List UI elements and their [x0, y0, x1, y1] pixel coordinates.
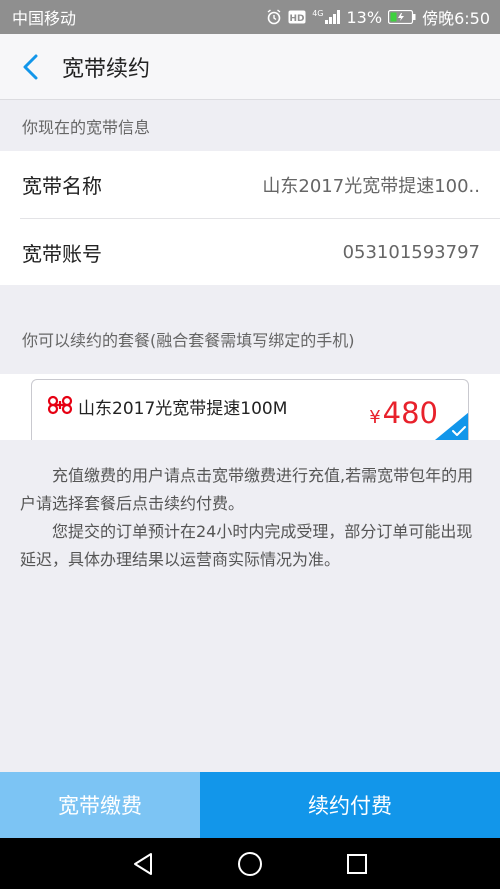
price-amount: 480 — [382, 396, 438, 430]
package-name: 山东2017光宽带提速100M — [78, 399, 288, 419]
broadband-payment-button[interactable]: 宽带缴费 — [0, 772, 200, 838]
notice-paragraph: 您提交的订单预计在24小时内完成受理，部分订单可能出现延迟，具体办理结果以运营商… — [20, 522, 473, 569]
info-key: 宽带账号 — [22, 241, 102, 266]
status-bar: 中国移动 HD 4G 13% 傍晚6:50 — [0, 0, 500, 34]
notice-paragraph: 充值缴费的用户请点击宽带缴费进行充值,若需宽带包年的用户请选择套餐后点击续约付费… — [20, 466, 474, 513]
status-indicators: HD 4G 13% 傍晚6:50 — [266, 5, 490, 29]
hd-icon: HD — [288, 10, 306, 24]
network-type: 4G — [312, 9, 324, 18]
nav-bar: 宽带续约 — [0, 34, 500, 100]
page-title: 宽带续约 — [62, 56, 151, 82]
clock-time: 傍晚6:50 — [422, 9, 490, 28]
chevron-left-icon — [23, 54, 38, 79]
current-info-label: 你现在的宽带信息 — [22, 118, 151, 137]
info-key: 宽带名称 — [22, 174, 102, 198]
alarm-icon — [266, 9, 282, 25]
system-nav-bar — [0, 838, 500, 889]
nav-back-icon[interactable] — [123, 844, 163, 884]
battery-icon — [388, 10, 416, 24]
battery-percent: 13% — [346, 7, 383, 27]
back-button[interactable] — [0, 34, 62, 100]
packages-label: 你可以续约的套餐(融合套餐需填写绑定的手机) — [22, 331, 355, 350]
broadband-name-value: 山东2017光宽带提速100.. — [262, 175, 480, 197]
nav-home-icon[interactable] — [230, 844, 270, 884]
renew-pay-button[interactable]: 续约付费 — [200, 772, 500, 838]
package-card[interactable]: 山东2017光宽带提速100M ¥ 480 — [31, 379, 469, 440]
package-list: 山东2017光宽带提速100M ¥ 480 — [0, 374, 500, 440]
signal-icon: 4G — [312, 10, 340, 24]
price-currency: ¥ — [369, 407, 381, 428]
broadband-account-value: 053101593797 — [342, 241, 480, 263]
info-row-name: 宽带名称 山东2017光宽带提速100.. — [0, 151, 500, 218]
info-row-account: 宽带账号 053101593797 — [20, 218, 500, 285]
package-price: ¥ 480 — [369, 396, 438, 430]
notice-text: 充值缴费的用户请点击宽带缴费进行充值,若需宽带包年的用户请选择套餐后点击续约付费… — [20, 462, 482, 574]
carrier-name: 中国移动 — [12, 9, 77, 28]
china-unicom-logo-icon — [47, 395, 73, 415]
bottom-action-bar: 宽带缴费 续约付费 — [0, 772, 500, 838]
current-info-list: 宽带名称 山东2017光宽带提速100.. 宽带账号 053101593797 — [0, 151, 500, 285]
selected-check-icon — [435, 412, 468, 440]
svg-text:HD: HD — [290, 14, 305, 24]
nav-recents-icon[interactable] — [337, 844, 377, 884]
